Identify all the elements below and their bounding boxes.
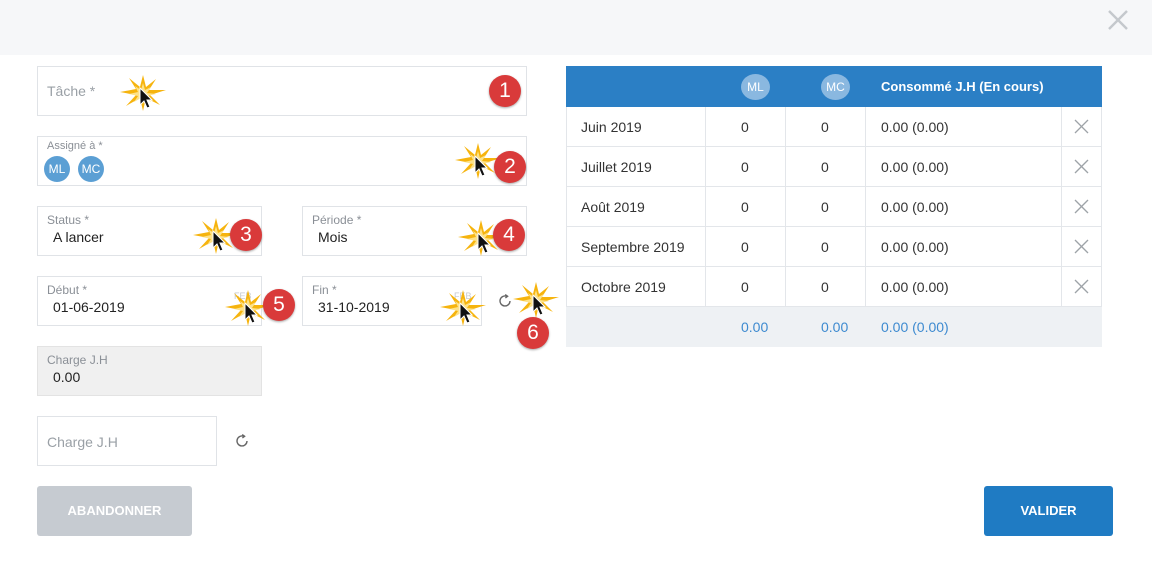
submit-button[interactable]: VALIDER bbox=[984, 486, 1113, 536]
status-value: A lancer bbox=[53, 229, 104, 245]
table-row: Septembre 2019 0 0 0.00 (0.00) bbox=[566, 227, 1102, 267]
month-cell: Août 2019 bbox=[567, 187, 706, 226]
step-marker-5: 5 bbox=[263, 289, 295, 321]
mc-cell: 0 bbox=[786, 267, 866, 306]
ml-cell: 0 bbox=[706, 267, 786, 306]
start-date-value: 01-06-2019 bbox=[53, 299, 125, 315]
footer-consumed: 0.00 (0.00) bbox=[881, 319, 949, 335]
consumed-cell: 0.00 (0.00) bbox=[866, 187, 1062, 226]
cursor-highlight-icon bbox=[440, 290, 486, 326]
mc-cell: 0 bbox=[786, 147, 866, 186]
month-cell: Septembre 2019 bbox=[567, 227, 706, 266]
consumption-table: ML MC Consommé J.H (En cours) Juin 2019 0… bbox=[566, 66, 1102, 347]
footer-mc: 0.00 bbox=[821, 319, 849, 335]
consumed-cell: 0.00 (0.00) bbox=[866, 227, 1062, 266]
end-date-value: 31-10-2019 bbox=[318, 299, 390, 315]
period-label: Période * bbox=[312, 213, 362, 227]
header-avatar-mc: MC bbox=[821, 74, 850, 100]
ml-cell: 0 bbox=[706, 107, 786, 146]
header-avatar-ml: ML bbox=[741, 74, 770, 100]
close-icon[interactable] bbox=[1104, 6, 1132, 34]
step-marker-1: 1 bbox=[489, 75, 521, 107]
month-cell: Octobre 2019 bbox=[567, 267, 706, 306]
month-cell: Juin 2019 bbox=[567, 107, 706, 146]
table-row: Juillet 2019 0 0 0.00 (0.00) bbox=[566, 147, 1102, 187]
step-marker-6: 6 bbox=[517, 317, 549, 349]
table-footer: 0.00 0.00 0.00 (0.00) bbox=[566, 307, 1102, 347]
refresh-icon[interactable] bbox=[497, 293, 513, 309]
consumed-cell: 0.00 (0.00) bbox=[866, 107, 1062, 146]
footer-ml: 0.00 bbox=[741, 319, 769, 335]
step-marker-4: 4 bbox=[493, 219, 525, 251]
delete-row-icon[interactable] bbox=[1074, 279, 1089, 294]
charge-readonly-field: Charge J.H 0.00 bbox=[37, 346, 262, 396]
month-cell: Juillet 2019 bbox=[567, 147, 706, 186]
charge-readonly-label: Charge J.H bbox=[47, 353, 108, 367]
delete-row-icon[interactable] bbox=[1074, 159, 1089, 174]
cancel-button[interactable]: ABANDONNER bbox=[37, 486, 192, 536]
table-row: Octobre 2019 0 0 0.00 (0.00) bbox=[566, 267, 1102, 307]
avatar[interactable]: MC bbox=[78, 156, 104, 182]
step-marker-2: 2 bbox=[494, 151, 526, 183]
delete-row-icon[interactable] bbox=[1074, 239, 1089, 254]
mc-cell: 0 bbox=[786, 187, 866, 226]
header-consumed: Consommé J.H (En cours) bbox=[881, 79, 1044, 94]
table-row: Août 2019 0 0 0.00 (0.00) bbox=[566, 187, 1102, 227]
consumed-cell: 0.00 (0.00) bbox=[866, 267, 1062, 306]
modal-header bbox=[0, 0, 1152, 55]
delete-row-icon[interactable] bbox=[1074, 119, 1089, 134]
assignee-label: Assigné à * bbox=[47, 140, 103, 152]
cursor-highlight-icon bbox=[513, 282, 559, 318]
step-marker-3: 3 bbox=[230, 219, 262, 251]
delete-row-icon[interactable] bbox=[1074, 199, 1089, 214]
mc-cell: 0 bbox=[786, 107, 866, 146]
charge-input[interactable]: Charge J.H bbox=[37, 416, 217, 466]
end-date-label: Fin * bbox=[312, 283, 337, 297]
status-label: Status * bbox=[47, 213, 90, 227]
refresh-icon[interactable] bbox=[234, 433, 250, 449]
ml-cell: 0 bbox=[706, 147, 786, 186]
mc-cell: 0 bbox=[786, 227, 866, 266]
avatar[interactable]: ML bbox=[44, 156, 70, 182]
cursor-highlight-icon bbox=[120, 75, 166, 111]
start-date-label: Début * bbox=[47, 283, 88, 297]
charge-readonly-value: 0.00 bbox=[53, 369, 81, 385]
charge-input-placeholder: Charge J.H bbox=[47, 434, 118, 450]
task-placeholder: Tâche * bbox=[47, 83, 96, 99]
ml-cell: 0 bbox=[706, 227, 786, 266]
ml-cell: 0 bbox=[706, 187, 786, 226]
assignee-field[interactable]: Assigné à * ML MC bbox=[37, 136, 527, 186]
period-value: Mois bbox=[318, 229, 348, 245]
task-field[interactable]: Tâche * bbox=[37, 66, 527, 116]
table-header: ML MC Consommé J.H (En cours) bbox=[566, 66, 1102, 107]
consumed-cell: 0.00 (0.00) bbox=[866, 147, 1062, 186]
table-row: Juin 2019 0 0 0.00 (0.00) bbox=[566, 107, 1102, 147]
